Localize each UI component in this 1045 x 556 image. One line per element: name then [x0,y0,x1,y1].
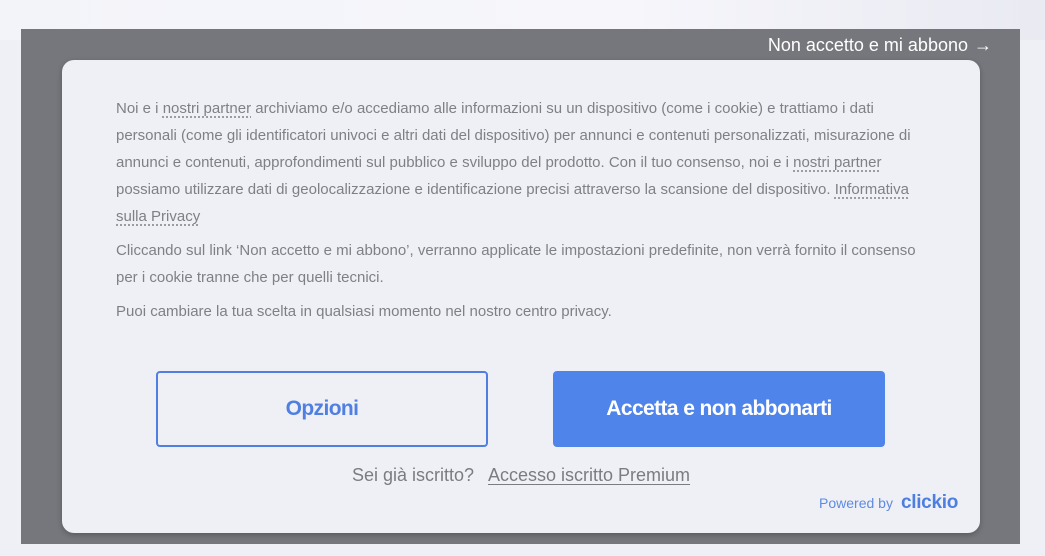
premium-login-row: Sei già iscritto? Accesso iscritto Premiu… [62,465,980,486]
consent-text-span: Noi e i [116,100,163,117]
clickio-logo[interactable]: clickio [901,492,958,514]
accept-button[interactable]: Accetta e non abbonarti [553,371,885,447]
consent-paragraph-3: Puoi cambiare la tua scelta in qualsiasi… [116,303,612,320]
partners-link-2[interactable]: nostri partner [793,154,881,171]
partners-link[interactable]: nostri partner [163,100,251,117]
reject-and-subscribe-label: Non accetto e mi abbono [767,35,968,55]
consent-dialog: Noi e i nostri partner archiviamo e/o ac… [62,60,980,533]
premium-login-link[interactable]: Accesso iscritto Premium [488,465,690,485]
consent-paragraph-1: Noi e i nostri partner archiviamo e/o ac… [116,95,936,230]
already-subscribed-text: Sei già iscritto? [351,465,474,485]
powered-by: Powered by clickio [819,492,958,514]
consent-paragraph-2: Cliccando sul link ‘Non accetto e mi abb… [116,242,916,286]
reject-and-subscribe-link[interactable]: Non accetto e mi abbono → [768,35,992,56]
consent-text-span: possiamo utilizzare dati di geolocalizza… [116,181,835,198]
arrow-right-icon: → [974,35,992,55]
powered-by-label: Powered by [819,495,893,511]
options-button[interactable]: Opzioni [156,371,488,447]
consent-text: Noi e i nostri partner archiviamo e/o ac… [116,95,936,332]
